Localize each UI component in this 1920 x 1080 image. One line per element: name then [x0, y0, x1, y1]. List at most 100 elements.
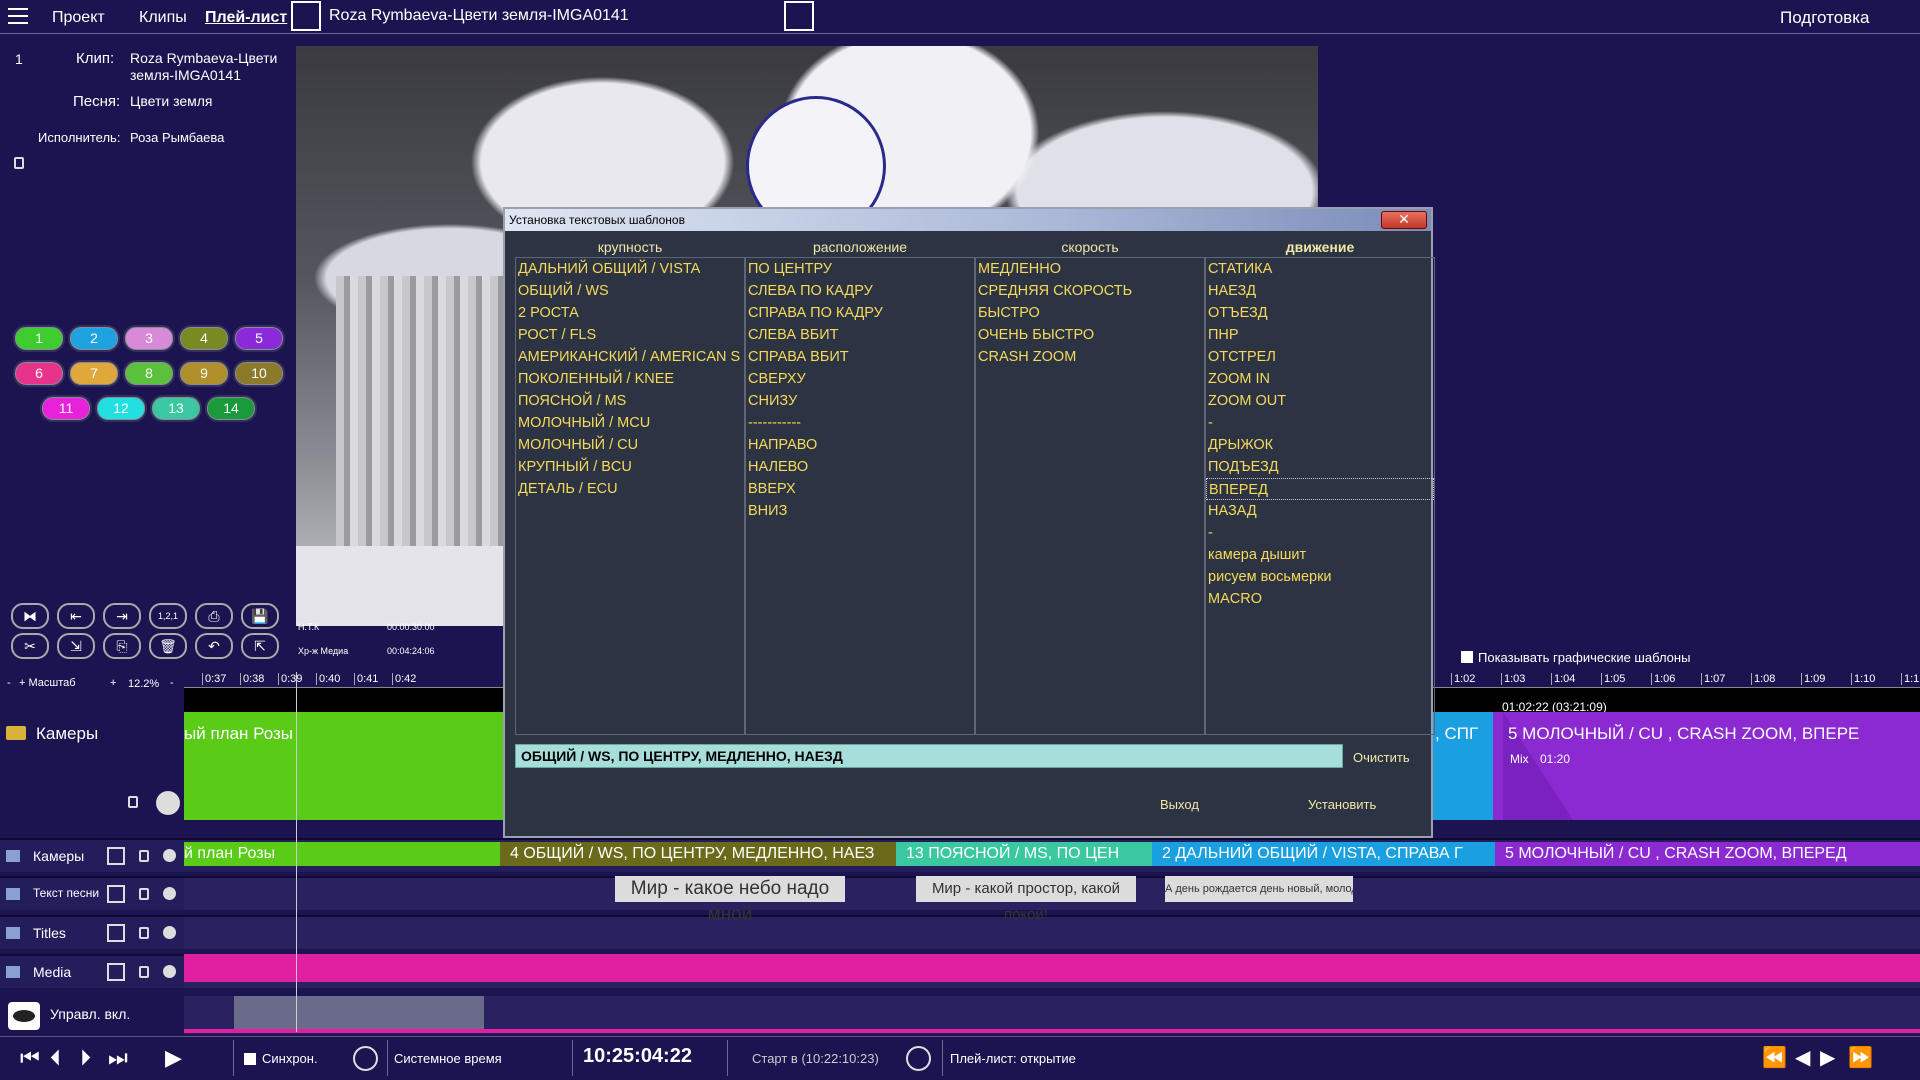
- template-option[interactable]: СВЕРХУ: [746, 368, 974, 390]
- camera-segment[interactable]: 13 ПОЯСНОЙ / MS, ПО ЦЕН: [896, 842, 1152, 866]
- camera-big-segment-left[interactable]: ый план Розы: [184, 712, 504, 820]
- tool-button-icon[interactable]: 💾: [241, 603, 279, 629]
- template-option[interactable]: рисуем восьмерки: [1206, 566, 1434, 588]
- color-button-6[interactable]: 6: [13, 360, 65, 387]
- template-option[interactable]: НАЗАД: [1206, 500, 1434, 522]
- camera-track-lock-icon[interactable]: [128, 796, 138, 808]
- template-option[interactable]: СПРАВА ВБИТ: [746, 346, 974, 368]
- track-enable-checkbox[interactable]: [107, 885, 125, 903]
- rewind-icon[interactable]: ⏪: [1762, 1045, 1787, 1070]
- color-button-5[interactable]: 5: [233, 325, 285, 352]
- color-button-14[interactable]: 14: [205, 395, 257, 422]
- color-button-10[interactable]: 10: [233, 360, 285, 387]
- template-option[interactable]: СРЕДНЯЯ СКОРОСТЬ: [976, 280, 1204, 302]
- template-option[interactable]: ВПЕРЕД: [1206, 478, 1434, 500]
- media-track-bar[interactable]: [184, 954, 1920, 982]
- lyric-block-3[interactable]: А день рождается день новый, молодой,: [1165, 876, 1353, 902]
- template-option[interactable]: НАЛЕВО: [746, 456, 974, 478]
- menu-playlist[interactable]: Плей-лист: [205, 9, 287, 27]
- track-record-dot[interactable]: [163, 887, 176, 900]
- camera-segment[interactable]: 2 ДАЛЬНИЙ ОБЩИЙ / VISTA, СПРАВА Г: [1152, 842, 1495, 866]
- camera-segment[interactable]: 5 МОЛОЧНЫЙ / CU , CRASH ZOOM, ВПЕРЕД: [1495, 842, 1920, 866]
- template-option[interactable]: ВВЕРХ: [746, 478, 974, 500]
- color-button-9[interactable]: 9: [178, 360, 230, 387]
- lyric-block-2[interactable]: Мир - какой простор, какой покой!: [916, 876, 1136, 923]
- template-option[interactable]: ОБЩИЙ / WS: [516, 280, 744, 302]
- track-enable-checkbox[interactable]: [107, 963, 125, 981]
- track-lock-icon[interactable]: [139, 927, 149, 939]
- template-option[interactable]: -: [1206, 412, 1434, 434]
- tool-button-icon[interactable]: ⧓: [11, 603, 49, 629]
- template-option[interactable]: ПО ЦЕНТРУ: [746, 258, 974, 280]
- dialog-close-button[interactable]: ✕: [1381, 211, 1427, 229]
- template-option[interactable]: ОЧЕНЬ БЫСТРО: [976, 324, 1204, 346]
- hamburger-menu-icon[interactable]: [8, 8, 28, 24]
- color-button-13[interactable]: 13: [150, 395, 202, 422]
- camera-track-record-dot[interactable]: [156, 791, 180, 815]
- track-record-dot[interactable]: [163, 926, 176, 939]
- template-option[interactable]: НАЕЗД: [1206, 280, 1434, 302]
- play-icon[interactable]: ▶: [165, 1045, 182, 1071]
- color-button-7[interactable]: 7: [68, 360, 120, 387]
- template-option[interactable]: ПНР: [1206, 324, 1434, 346]
- tool-button-icon[interactable]: ⇲: [57, 633, 95, 659]
- lyric-block-1[interactable]: Мир - какое небо надо мной: [615, 876, 845, 925]
- template-option[interactable]: МОЛОЧНЫЙ / MCU: [516, 412, 744, 434]
- track-lock-icon[interactable]: [139, 850, 149, 862]
- template-option[interactable]: ДЕТАЛЬ / ECU: [516, 478, 744, 500]
- template-option[interactable]: ПОДЪЕЗД: [1206, 456, 1434, 478]
- track-record-dot[interactable]: [163, 965, 176, 978]
- track-lock-icon[interactable]: [139, 966, 149, 978]
- eye-icon[interactable]: [8, 1002, 40, 1030]
- template-option[interactable]: СЛЕВА ВБИТ: [746, 324, 974, 346]
- template-option[interactable]: ДАЛЬНИЙ ОБЩИЙ / VISTA: [516, 258, 744, 280]
- color-button-1[interactable]: 1: [13, 325, 65, 352]
- color-button-8[interactable]: 8: [123, 360, 175, 387]
- template-option[interactable]: СЛЕВА ПО КАДРУ: [746, 280, 974, 302]
- list-motion[interactable]: СТАТИКА НАЕЗД ОТЪЕЗД ПНР ОТСТРЕЛ ZOOM IN ZOOM …: [1205, 257, 1435, 735]
- template-option[interactable]: АМЕРИКАНСКИЙ / AMERICAN S: [516, 346, 744, 368]
- skip-start-icon[interactable]: ⏮: [20, 1045, 40, 1071]
- timeline-ruler-right[interactable]: 1:02 1:03 1:04 1:05 1:06 1:07 1:08 1:09 1:10 1:1: [1433, 672, 1920, 688]
- exit-button[interactable]: Выход: [1160, 797, 1199, 812]
- template-option[interactable]: КРУПНЫЙ / BCU: [516, 456, 744, 478]
- previous-icon[interactable]: ⏴: [50, 1045, 61, 1071]
- scale-plus[interactable]: +: [110, 677, 116, 689]
- template-option[interactable]: MACRO: [1206, 588, 1434, 610]
- camera-big-segment-mid[interactable]: , СПГ: [1433, 712, 1493, 820]
- template-option[interactable]: ДРЫЖОК: [1206, 434, 1434, 456]
- color-button-2[interactable]: 2: [68, 325, 120, 352]
- control-track-overview[interactable]: [184, 996, 1920, 1034]
- track-lock-icon[interactable]: [139, 888, 149, 900]
- tool-button-icon[interactable]: ↶: [195, 633, 233, 659]
- color-button-4[interactable]: 4: [178, 325, 230, 352]
- template-option[interactable]: РОСТ / FLS: [516, 324, 744, 346]
- list-speed[interactable]: МЕДЛЕННО СРЕДНЯЯ СКОРОСТЬ БЫСТРО ОЧЕНЬ БЫСТ…: [975, 257, 1205, 735]
- camera-big-segment-right[interactable]: 5 МОЛОЧНЫЙ / CU , CRASH ZOOM, ВПЕРЕ Mix …: [1493, 712, 1920, 820]
- tool-button-icon[interactable]: ⇥: [103, 603, 141, 629]
- color-button-3[interactable]: 3: [123, 325, 175, 352]
- tool-button-icon[interactable]: 🗑: [149, 633, 187, 659]
- template-option[interactable]: -----------: [746, 412, 974, 434]
- camera-segment[interactable]: й план Розы: [184, 842, 500, 866]
- template-option[interactable]: ОТЪЕЗД: [1206, 302, 1434, 324]
- template-option[interactable]: НАПРАВО: [746, 434, 974, 456]
- color-button-12[interactable]: 12: [95, 395, 147, 422]
- list-position[interactable]: ПО ЦЕНТРУ СЛЕВА ПО КАДРУ СПРАВА ПО КАДРУ СЛ…: [745, 257, 975, 735]
- template-option[interactable]: ПОЯСНОЙ / MS: [516, 390, 744, 412]
- playhead-line[interactable]: [296, 672, 297, 1032]
- template-option[interactable]: ВНИЗ: [746, 500, 974, 522]
- lock-icon[interactable]: [14, 157, 24, 169]
- camera-segment[interactable]: 4 ОБЩИЙ / WS, ПО ЦЕНТРУ, МЕДЛЕННО, НАЕЗ: [500, 842, 896, 866]
- template-option[interactable]: ZOOM OUT: [1206, 390, 1434, 412]
- clock-icon[interactable]: [353, 1046, 378, 1071]
- scale-minus2[interactable]: -: [170, 677, 174, 689]
- apply-button[interactable]: Установить: [1308, 797, 1376, 812]
- tool-button-icon[interactable]: ✂: [11, 633, 49, 659]
- timer-icon[interactable]: [906, 1046, 931, 1071]
- template-result-field[interactable]: ОБЩИЙ / WS, ПО ЦЕНТРУ, МЕДЛЕННО, НАЕЗД: [515, 744, 1343, 768]
- scale-minus[interactable]: -: [7, 677, 11, 689]
- color-button-11[interactable]: 11: [40, 395, 92, 422]
- template-option[interactable]: CRASH ZOOM: [976, 346, 1204, 368]
- next-icon[interactable]: ⏵: [80, 1045, 91, 1071]
